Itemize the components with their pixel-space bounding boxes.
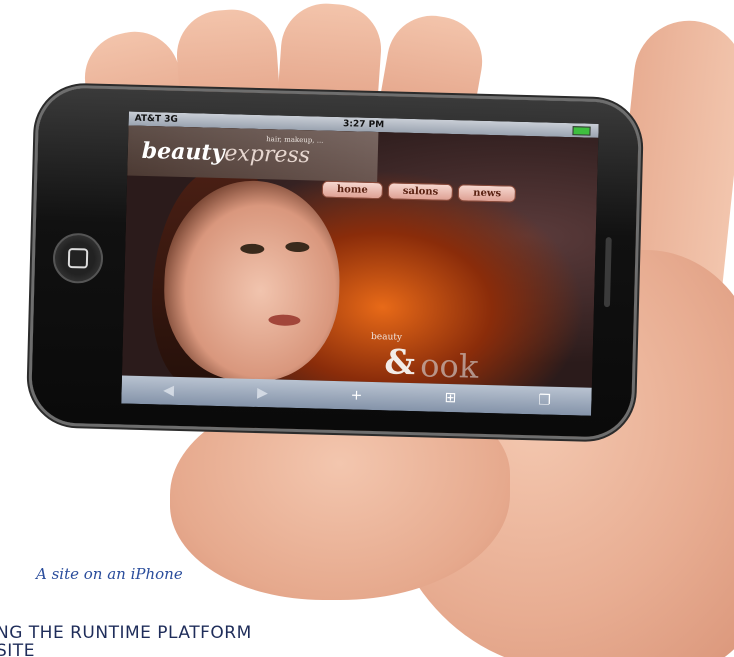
section-heading: NG THE RUNTIME PLATFORM SITE (0, 624, 596, 657)
home-button[interactable] (52, 232, 104, 284)
ampersand-graphic: & (383, 342, 416, 384)
forward-icon[interactable]: ▶ (242, 385, 282, 402)
iphone: AT&T 3G 3:27 PM hair, makeup, ... beauty… (30, 87, 640, 438)
model-eye (285, 241, 310, 253)
nav-salons-button[interactable]: salons (387, 182, 454, 202)
site-logo[interactable]: beautyexpress (142, 138, 311, 168)
beauty-tagline: beauty (370, 331, 403, 343)
heading-line-2: SITE (0, 641, 35, 657)
website-view: hair, makeup, ... beautyexpress home sal… (121, 125, 599, 390)
back-icon[interactable]: ◀ (148, 382, 188, 399)
site-logo-bar[interactable]: hair, makeup, ... beautyexpress (127, 125, 379, 183)
add-bookmark-icon[interactable]: + (336, 387, 376, 404)
logo-rest: express (224, 141, 311, 169)
iphone-screen: AT&T 3G 3:27 PM hair, makeup, ... beauty… (121, 111, 599, 416)
figure-caption: A site on an iPhone (36, 565, 183, 583)
heading-line-1: NG THE RUNTIME PLATFORM (0, 624, 252, 643)
nav-news-button[interactable]: news (458, 184, 517, 203)
photo-scene: AT&T 3G 3:27 PM hair, makeup, ... beauty… (0, 0, 734, 657)
model-eye (240, 243, 265, 255)
bookmarks-icon[interactable]: ⊞ (430, 390, 470, 407)
site-nav: home salons news (321, 180, 517, 203)
speaker-grille (603, 237, 612, 308)
battery-icon (572, 126, 591, 136)
logo-bold: beauty (141, 137, 225, 167)
look-graphic: ook (419, 346, 479, 386)
pages-icon[interactable]: ❐ (524, 392, 564, 409)
nav-home-button[interactable]: home (321, 180, 384, 200)
